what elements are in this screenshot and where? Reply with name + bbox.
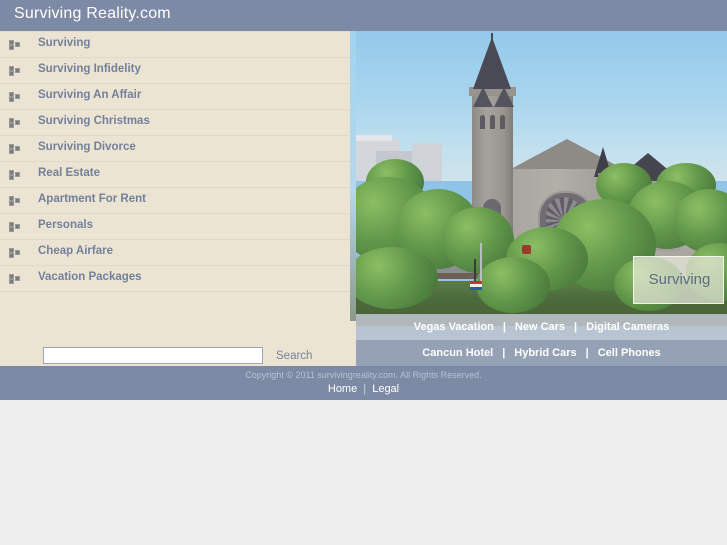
three-squares-bullet-icon [9,144,20,154]
sidebar-item-label: Vacation Packages [38,271,142,283]
footer-links: Home | Legal [0,383,727,395]
sidebar-nav-list: Surviving Surviving Infidelity Surviving… [0,31,356,292]
tower-window [480,115,485,129]
promo-link-new-cars[interactable]: New Cars [515,321,565,333]
page-title: Surviving Reality.com [14,5,171,22]
page-container: Surviving Reality.com Surviving Survivin… [0,0,727,400]
tree [476,257,550,313]
sidebar-item-label: Surviving An Affair [38,89,142,101]
three-squares-bullet-icon [9,248,20,258]
sidebar-item-surviving-an-affair[interactable]: Surviving An Affair [0,84,356,110]
sidebar-item-surviving-infidelity[interactable]: Surviving Infidelity [0,58,356,84]
three-squares-bullet-icon [9,40,20,50]
church-spire [473,37,511,89]
sidebar-item-label: Surviving [38,37,91,49]
flag [470,281,482,290]
church-gable [473,87,493,107]
background-building [356,135,392,141]
footer-link-home[interactable]: Home [328,383,357,395]
site-header: Surviving Reality.com [0,0,727,31]
promo-link-digital-cameras[interactable]: Digital Cameras [586,321,669,333]
church-spire-finial [491,33,493,40]
surviving-badge-label: Surviving [648,271,711,288]
tower-window [490,115,495,129]
sidebar-item-label: Cheap Airfare [38,245,113,257]
sidebar-item-label: Surviving Christmas [38,115,150,127]
promo-band-row-1: Vegas Vacation | New Cars | Digital Came… [356,314,727,340]
promo-link-vegas-vacation[interactable]: Vegas Vacation [414,321,494,333]
sidebar-item-real-estate[interactable]: Real Estate [0,162,356,188]
site-footer: Copyright © 2011 survivingreality.com. A… [0,366,727,400]
surviving-badge: Surviving [633,256,724,304]
three-squares-bullet-icon [9,92,20,102]
promo-separator: | [574,321,578,333]
promo-link-cell-phones[interactable]: Cell Phones [598,347,661,359]
three-squares-bullet-icon [9,196,20,206]
sidebar-item-label: Surviving Divorce [38,141,136,153]
promo-separator: | [502,321,506,333]
promo-link-hybrid-cars[interactable]: Hybrid Cars [514,347,576,359]
copyright-text: Copyright © 2011 survivingreality.com. A… [245,370,482,380]
sidebar-item-label: Personals [38,219,93,231]
footer-separator: | [363,383,367,395]
search-button[interactable]: Search [276,350,312,362]
sidebar-item-vacation-packages[interactable]: Vacation Packages [0,266,356,292]
search-input[interactable] [43,347,263,364]
search-area: Search [0,314,356,366]
promo-separator: | [502,347,506,359]
church-gable [494,87,514,107]
promo-link-cancun-hotel[interactable]: Cancun Hotel [422,347,493,359]
promo-separator: | [585,347,589,359]
tower-window [500,115,505,129]
sidebar: Surviving Surviving Infidelity Surviving… [0,31,356,366]
sidebar-item-label: Surviving Infidelity [38,63,141,75]
sidebar-item-label: Apartment For Rent [38,193,146,205]
street-sign [522,245,531,254]
footer-link-legal[interactable]: Legal [372,383,399,395]
three-squares-bullet-icon [9,66,20,76]
three-squares-bullet-icon [9,170,20,180]
hero-photo: Surviving Vegas Vacation | New Cars | Di… [356,31,727,366]
sidebar-item-cheap-airfare[interactable]: Cheap Airfare [0,240,356,266]
three-squares-bullet-icon [9,222,20,232]
sidebar-item-personals[interactable]: Personals [0,214,356,240]
three-squares-bullet-icon [9,118,20,128]
promo-band-row-2: Cancun Hotel | Hybrid Cars | Cell Phones [356,340,727,366]
sidebar-item-surviving-christmas[interactable]: Surviving Christmas [0,110,356,136]
sidebar-item-label: Real Estate [38,167,101,179]
sidebar-item-surviving[interactable]: Surviving [0,31,356,58]
sidebar-item-surviving-divorce[interactable]: Surviving Divorce [0,136,356,162]
three-squares-bullet-icon [9,274,20,284]
sidebar-item-apartment-for-rent[interactable]: Apartment For Rent [0,188,356,214]
